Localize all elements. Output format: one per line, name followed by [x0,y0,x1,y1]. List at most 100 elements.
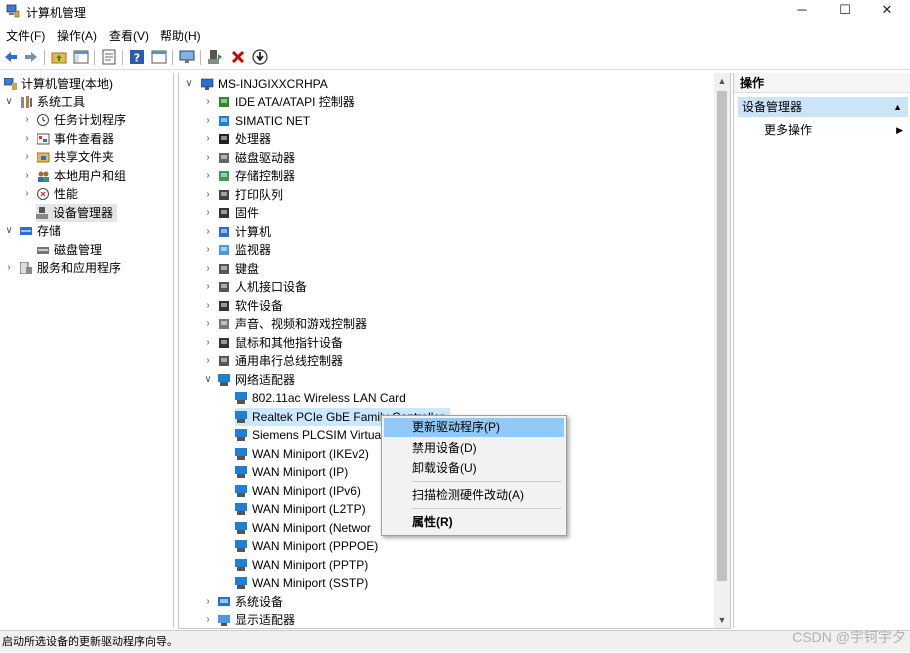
scroll-down-icon[interactable]: ▼ [714,612,730,628]
minimize-button[interactable]: ─ [782,0,822,22]
collapse-triangle-icon[interactable]: ▲ [893,97,902,117]
back-arrow-icon[interactable] [3,49,19,65]
network-adapter-item[interactable]: WAN Miniport (IPv6) [235,482,361,500]
chevron-right-icon[interactable]: › [203,278,213,296]
show-hide-tree-icon[interactable] [73,49,89,65]
tree-performance[interactable]: 性能 [37,185,78,203]
chevron-right-icon[interactable]: › [203,315,213,333]
network-adapter-item[interactable]: WAN Miniport (IKEv2) [235,445,369,463]
menu-update-driver[interactable]: 更新驱动程序(P) [384,418,564,437]
chevron-right-icon[interactable]: › [22,111,32,129]
chevron-down-icon[interactable]: ∨ [4,222,14,240]
scroll-thumb[interactable] [717,91,727,581]
more-actions[interactable]: 更多操作 [764,121,812,139]
menu-file[interactable]: 文件(F) [6,27,45,44]
category-item[interactable]: 通用串行总线控制器 [218,352,343,370]
category-item[interactable]: 声音、视频和游戏控制器 [218,315,367,333]
category-item[interactable]: 人机接口设备 [218,278,307,296]
tree-device-manager[interactable]: 设备管理器 [36,204,118,222]
category-network-adapters[interactable]: 网络适配器 [218,371,295,389]
forward-arrow-icon[interactable] [23,49,39,65]
chevron-right-icon[interactable]: › [203,593,213,611]
category-item[interactable]: 固件 [218,204,259,222]
update-driver-icon[interactable] [207,49,223,65]
network-adapter-item[interactable]: WAN Miniport (PPPOE) [235,537,378,555]
menu-uninstall-device[interactable]: 卸载设备(U) [384,459,564,478]
chevron-right-icon[interactable]: › [203,260,213,278]
close-button[interactable]: ✕ [867,0,907,22]
chevron-right-icon[interactable]: › [22,130,32,148]
category-item[interactable]: 磁盘驱动器 [218,149,295,167]
category-item[interactable]: 处理器 [218,130,271,148]
chevron-right-icon[interactable]: › [203,112,213,130]
tree-disk-management[interactable]: 磁盘管理 [37,241,102,259]
tree-shared-folders[interactable]: 共享文件夹 [37,148,114,166]
tree-local-users[interactable]: 本地用户和组 [37,167,126,185]
menu-view[interactable]: 查看(V) [109,27,149,44]
chevron-right-icon[interactable]: › [203,297,213,315]
tree-event-viewer[interactable]: 事件查看器 [37,130,114,148]
network-adapter-item[interactable]: WAN Miniport (PPTP) [235,556,368,574]
network-adapter-icon [235,577,247,589]
category-item[interactable]: 存储控制器 [218,167,295,185]
chevron-down-icon[interactable]: ∨ [4,93,14,111]
chevron-right-icon[interactable]: › [203,167,213,185]
category-item[interactable]: SIMATIC NET [218,112,310,130]
category-item[interactable]: 计算机 [218,223,271,241]
network-adapter-item[interactable]: WAN Miniport (IP) [235,463,348,481]
tree-task-scheduler[interactable]: 任务计划程序 [37,111,126,129]
category-label: 固件 [235,206,260,220]
category-item[interactable]: IDE ATA/ATAPI 控制器 [218,93,355,111]
help-icon[interactable]: ? [129,49,145,65]
chevron-right-icon[interactable]: › [203,223,213,241]
tree-services-apps[interactable]: 服务和应用程序 [20,259,121,277]
chevron-right-icon[interactable]: › [203,241,213,259]
chevron-right-icon[interactable]: › [22,148,32,166]
menu-action[interactable]: 操作(A) [57,27,97,44]
maximize-button[interactable]: ☐ [825,0,865,22]
download-circle-icon[interactable] [252,49,268,65]
computer-node[interactable]: MS-INJGIXXCRHPA [201,75,328,93]
category-item[interactable]: 监视器 [218,241,271,259]
chevron-down-icon[interactable]: ∨ [203,371,213,389]
monitor-icon[interactable] [179,49,195,65]
menu-scan-hardware[interactable]: 扫描检测硬件改动(A) [384,486,564,505]
vertical-scrollbar[interactable]: ▲ ▼ [714,73,730,628]
uninstall-x-icon[interactable] [230,49,246,65]
menu-disable-device[interactable]: 禁用设备(D) [384,439,564,458]
network-adapter-item[interactable]: WAN Miniport (Networ [235,519,371,537]
chevron-right-icon[interactable]: › [203,334,213,352]
chevron-right-icon[interactable]: › [203,130,213,148]
category-item[interactable]: 打印队列 [218,186,283,204]
chevron-right-icon[interactable]: › [203,352,213,370]
tree-storage[interactable]: 存储 [20,222,61,240]
scroll-up-icon[interactable]: ▲ [714,73,730,89]
chevron-down-icon[interactable]: ∨ [184,75,194,93]
up-folder-icon[interactable] [51,49,67,65]
actions-section-device-manager[interactable]: 设备管理器 ▲ [738,97,908,117]
chevron-right-icon[interactable]: › [203,186,213,204]
category-display-adapters[interactable]: 显示适配器 [218,611,295,629]
tree-system-tools[interactable]: 系统工具 [20,93,85,111]
chevron-right-icon[interactable]: › [22,185,32,203]
console-view-icon[interactable] [151,49,167,65]
chevron-right-icon[interactable]: › [4,259,14,277]
network-adapter-item[interactable]: Siemens PLCSIM Virtua [235,426,381,444]
menu-properties[interactable]: 属性(R) [384,513,564,532]
chevron-right-icon[interactable]: › [203,204,213,222]
tree-root[interactable]: 计算机管理(本地) [4,75,113,93]
menu-help[interactable]: 帮助(H) [160,27,201,44]
category-system-devices[interactable]: 系统设备 [218,593,283,611]
network-adapter-item[interactable]: WAN Miniport (SSTP) [235,574,368,592]
properties-page-icon[interactable] [101,49,117,65]
category-item[interactable]: 键盘 [218,260,259,278]
category-item[interactable]: 鼠标和其他指针设备 [218,334,343,352]
network-adapter-item[interactable]: WAN Miniport (L2TP) [235,500,366,518]
category-item[interactable]: 软件设备 [218,297,283,315]
tools-icon [21,96,32,108]
network-adapter-item[interactable]: 802.11ac Wireless LAN Card [235,389,406,407]
chevron-right-icon[interactable]: › [203,149,213,167]
chevron-right-icon[interactable]: › [203,93,213,111]
chevron-right-icon[interactable]: › [203,611,213,629]
chevron-right-icon[interactable]: › [22,167,32,185]
